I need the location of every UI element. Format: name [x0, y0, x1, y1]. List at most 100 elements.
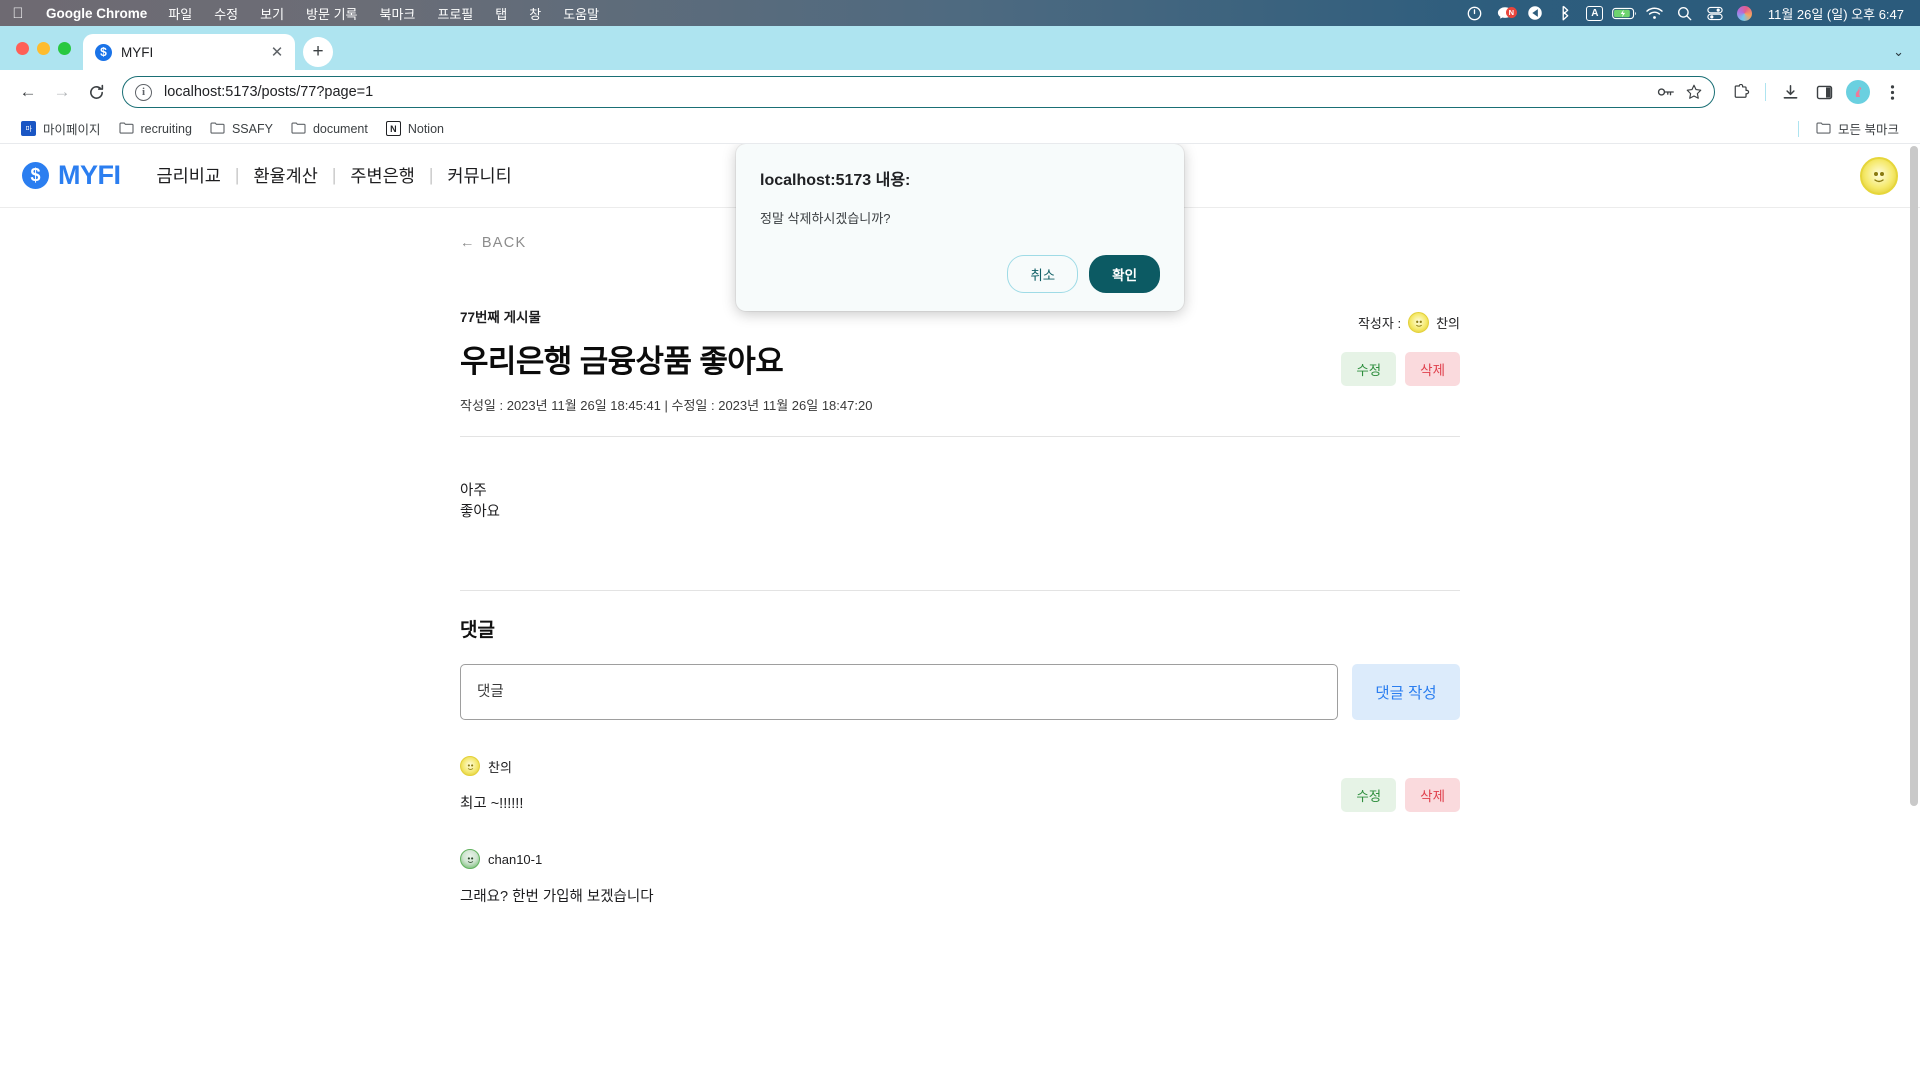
- macos-menu-bar:  Google Chrome 파일 수정 보기 방문 기록 북마크 프로필 탭…: [0, 0, 1920, 26]
- search-icon[interactable]: [1670, 6, 1700, 21]
- forward-button[interactable]: →: [46, 76, 78, 108]
- menu-app-name[interactable]: Google Chrome: [36, 6, 157, 21]
- key-icon[interactable]: [1652, 78, 1680, 106]
- menu-item-profile[interactable]: 프로필: [426, 4, 484, 23]
- post-body: 아주 좋아요: [460, 437, 1460, 568]
- post-header: 77번째 게시물 우리은행 금융상품 좋아요 작성일 : 2023년 11월 2…: [460, 306, 1460, 414]
- bookmark-label: document: [312, 121, 368, 136]
- maximize-window-button[interactable]: [58, 41, 71, 55]
- comment-author-name: 찬의: [488, 759, 512, 775]
- browser-tab[interactable]: $ MYFI ✕: [83, 34, 295, 70]
- bookmark-document[interactable]: document: [282, 118, 377, 140]
- menu-item-history[interactable]: 방문 기록: [295, 4, 368, 23]
- bluetooth-icon[interactable]: [1550, 5, 1580, 21]
- browser-toolbar: ← → i localhost:5173/posts/77?page=1: [0, 70, 1920, 114]
- back-button[interactable]: ←: [12, 76, 44, 108]
- page-viewport: $ MYFI 금리비교 | 환율계산 | 주변은행 | 커뮤니티 ← BACK …: [0, 144, 1920, 1038]
- control-toggle-icon[interactable]: [1700, 6, 1730, 21]
- bookmarks-divider: [1798, 120, 1800, 137]
- post-delete-button[interactable]: 삭제: [1405, 352, 1460, 386]
- siri-icon[interactable]: [1730, 5, 1760, 21]
- post-actions: 수정 삭제: [1341, 352, 1460, 386]
- post-body-line: 좋아요: [460, 503, 501, 520]
- comment-avatar[interactable]: [460, 756, 480, 777]
- tab-favicon: $: [95, 43, 112, 61]
- toolbar-divider: [1765, 83, 1766, 101]
- wifi-icon[interactable]: [1640, 7, 1670, 20]
- post-dates: 작성일 : 2023년 11월 26일 18:45:41 | 수정일 : 202…: [460, 398, 873, 413]
- all-bookmarks-button[interactable]: 모든 북마크: [1807, 116, 1908, 141]
- downloads-icon[interactable]: [1774, 76, 1806, 108]
- menu-item-edit[interactable]: 수정: [203, 4, 249, 23]
- post-page-content: ← BACK 77번째 게시물 우리은행 금융상품 좋아요 작성일 : 2023…: [460, 208, 1460, 906]
- dialog-confirm-button[interactable]: 확인: [1089, 255, 1160, 293]
- comment-text: 그래요? 한번 가입해 보겠습니다: [460, 889, 654, 906]
- post-edit-button[interactable]: 수정: [1341, 352, 1397, 386]
- menubar-clock[interactable]: 11월 26일 (일) 오후 6:47: [1760, 4, 1910, 23]
- bookmark-recruiting[interactable]: recruiting: [110, 118, 201, 140]
- star-icon[interactable]: [1680, 78, 1708, 106]
- js-confirm-dialog: localhost:5173 내용: 정말 삭제하시겠습니까? 취소 확인: [736, 144, 1184, 311]
- dialog-cancel-button[interactable]: 취소: [1007, 255, 1079, 293]
- menu-item-bookmarks[interactable]: 북마크: [368, 4, 426, 23]
- new-tab-button[interactable]: +: [303, 37, 333, 67]
- comment-avatar[interactable]: [460, 849, 480, 870]
- author-avatar[interactable]: [1408, 312, 1430, 333]
- comment-edit-button[interactable]: 수정: [1341, 778, 1397, 813]
- bookmark-label: Notion: [407, 121, 444, 136]
- all-bookmarks-label: 모든 북마크: [1838, 123, 1899, 137]
- bookmark-label: recruiting: [140, 121, 192, 136]
- comment-actions: 수정 삭제: [1341, 778, 1460, 813]
- author-name: 찬의: [1436, 316, 1460, 331]
- site-info-icon[interactable]: i: [135, 83, 152, 101]
- bookmark-mypage[interactable]: 마 마이페이지: [12, 116, 110, 141]
- folder-icon: [291, 121, 306, 137]
- comment-author: 찬의: [460, 756, 1460, 777]
- post-author: 작성자 : 찬의: [1358, 312, 1460, 333]
- apple-logo-icon[interactable]: : [0, 6, 36, 21]
- control-center-icon[interactable]: [1520, 5, 1550, 21]
- dialog-actions: 취소 확인: [760, 255, 1160, 293]
- author-label: 작성자 :: [1357, 316, 1402, 331]
- menu-item-file[interactable]: 파일: [157, 4, 203, 23]
- bookmarks-bar: 마 마이페이지 recruiting SSAFY document N Noti…: [0, 114, 1920, 144]
- folder-icon: [1816, 121, 1831, 137]
- dialog-message: 정말 삭제하시겠습니까?: [760, 211, 891, 226]
- bookmark-notion[interactable]: N Notion: [377, 118, 453, 139]
- timer-icon[interactable]: [1460, 6, 1490, 21]
- browser-tab-strip: $ MYFI ✕ + ⌄: [0, 26, 1920, 70]
- tab-search-chevron-down-icon[interactable]: ⌄: [1893, 44, 1904, 60]
- chrome-menu-icon[interactable]: [1876, 76, 1908, 108]
- menu-item-tab[interactable]: 탭: [484, 4, 518, 23]
- side-panel-icon[interactable]: [1808, 76, 1840, 108]
- menu-item-help[interactable]: 도움말: [552, 4, 610, 23]
- comment-text: 최고 ~!!!!!!: [460, 796, 524, 813]
- comment-delete-button[interactable]: 삭제: [1405, 778, 1460, 813]
- bookmark-label: SSAFY: [231, 121, 273, 136]
- bookmark-label: 마이페이지: [43, 123, 101, 137]
- comment-author: chan10-1: [460, 849, 1460, 870]
- tab-title: MYFI: [121, 44, 154, 60]
- address-bar[interactable]: i localhost:5173/posts/77?page=1: [122, 76, 1715, 108]
- bookmark-ssafy[interactable]: SSAFY: [201, 118, 282, 140]
- comment-item: chan10-1 그래요? 한번 가입해 보겠습니다: [460, 849, 1460, 906]
- comment-form: 댓글 작성: [460, 664, 1460, 721]
- input-source-icon[interactable]: A: [1580, 5, 1610, 21]
- tab-close-icon[interactable]: ✕: [267, 42, 287, 62]
- profile-avatar[interactable]: [1842, 76, 1874, 108]
- battery-icon[interactable]: [1610, 7, 1640, 20]
- messages-icon[interactable]: N: [1490, 6, 1520, 20]
- close-window-button[interactable]: [16, 41, 29, 55]
- messages-badge: N: [1505, 7, 1517, 18]
- url-text[interactable]: localhost:5173/posts/77?page=1: [152, 84, 1652, 100]
- menu-item-window[interactable]: 창: [518, 4, 552, 23]
- comment-submit-button[interactable]: 댓글 작성: [1352, 664, 1460, 721]
- comment-author-name: chan10-1: [488, 851, 543, 867]
- extensions-icon[interactable]: [1725, 76, 1757, 108]
- comment-input[interactable]: [460, 664, 1338, 721]
- comments-divider: [460, 590, 1460, 592]
- menu-item-view[interactable]: 보기: [249, 4, 295, 23]
- reload-button[interactable]: [80, 76, 112, 108]
- post-body-line: 아주: [460, 483, 487, 499]
- minimize-window-button[interactable]: [37, 41, 50, 55]
